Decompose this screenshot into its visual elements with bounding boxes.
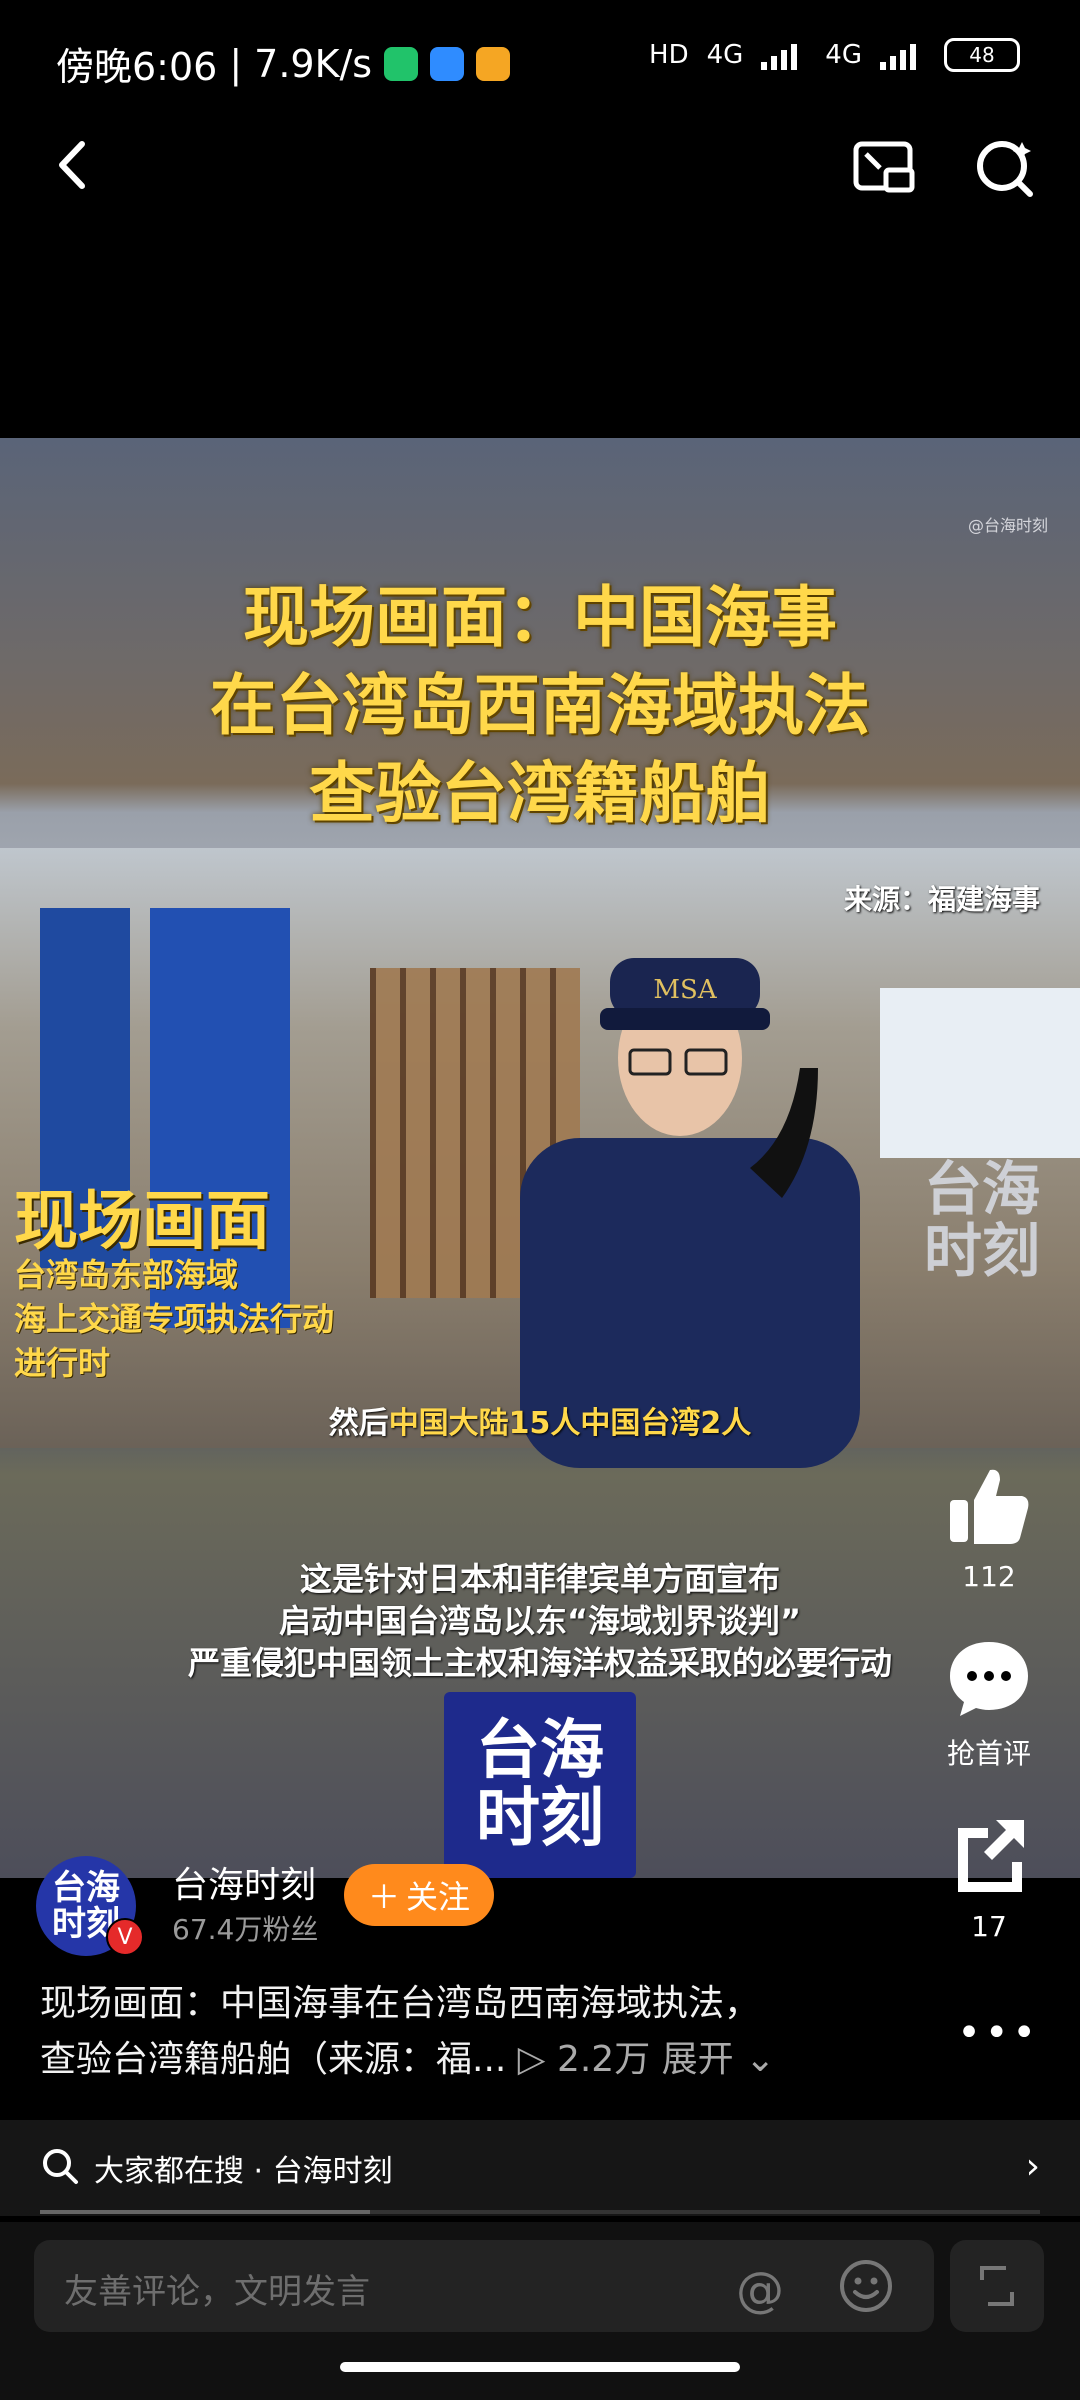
bottom-line-2: 启动中国台湾岛以东“海域划界谈判”	[278, 1602, 802, 1640]
caption-prefix: 然后	[328, 1406, 389, 1441]
thumbs-up-icon[interactable]	[944, 1460, 1034, 1550]
like-count: 112	[962, 1560, 1016, 1593]
video-caption: 然后中国大陆15人中国台湾2人	[0, 1398, 1080, 1442]
battery-level: 48	[969, 43, 995, 67]
emoji-icon[interactable]	[838, 2258, 894, 2314]
play-count: 2.2万	[556, 2039, 651, 2080]
status-left: 傍晚6:06 | 7.9K/s	[56, 36, 511, 91]
network-4g-indicator: 4G	[706, 40, 744, 70]
chevron-down-icon: ⌄	[745, 2039, 776, 2080]
live-subtitle: 台湾岛东部海域 海上交通专项执法行动 进行时	[14, 1253, 334, 1385]
desc-line-1: 现场画面：中国海事在台湾岛西南海域执法，	[40, 1983, 761, 2024]
author-fans: 67.4万粉丝	[172, 1913, 319, 1946]
desc-line-2-text: 查验台湾籍船舶（来源：福...	[40, 2039, 507, 2080]
window-right	[880, 988, 1080, 1158]
top-nav	[0, 120, 1080, 220]
chevron-right-icon: ›	[1025, 2146, 1040, 2187]
plus-icon: ＋	[367, 1878, 400, 1916]
officer-cap-text: MSA	[653, 975, 717, 1005]
comment-bar: 友善评论，文明发言 @	[0, 2222, 1080, 2400]
desc-line-2: 查验台湾籍船舶（来源：福... ▷ 2.2万 展开 ⌄	[40, 2032, 920, 2088]
video-progress-bar[interactable]	[40, 2210, 1040, 2214]
video-headline: 现场画面：中国海事 在台湾岛西南海域执法 查验台湾籍船舶	[0, 573, 1080, 837]
logo-line-2: 时刻	[476, 1782, 604, 1856]
video-description[interactable]: 现场画面：中国海事在台湾岛西南海域执法， 查验台湾籍船舶（来源：福... ▷ 2…	[40, 1976, 920, 2088]
comment-placeholder: 友善评论，文明发言	[64, 2272, 370, 2312]
video-corner-logo: 台海 时刻	[924, 1158, 1040, 1282]
search-icon[interactable]	[970, 132, 1040, 202]
picture-in-picture-icon[interactable]	[850, 132, 920, 202]
live-sub-line-3: 进行时	[14, 1344, 111, 1382]
live-sub-line-2: 海上交通专项执法行动	[14, 1300, 335, 1338]
bottom-line-1: 这是针对日本和菲律宾单方面宣布	[299, 1560, 780, 1598]
live-title: 现场画面	[14, 1185, 270, 1259]
avatar-line-1: 台海	[52, 1868, 120, 1908]
hd-indicator: HD	[649, 40, 689, 70]
status-time: 傍晚6:06	[56, 45, 218, 89]
headline-line-1: 现场画面：中国海事	[243, 578, 837, 656]
headline-line-2: 在台湾岛西南海域执法	[210, 666, 870, 744]
comment-bubble-icon[interactable]	[944, 1632, 1034, 1722]
message-app-icon	[430, 46, 465, 81]
expand-link[interactable]: 展开	[662, 2039, 734, 2080]
fullscreen-comment-button[interactable]	[950, 2240, 1044, 2332]
hot-search-bar[interactable]: 大家都在搜 · 台海时刻 ›	[0, 2120, 1080, 2216]
video-bottom-text: 这是针对日本和菲律宾单方面宣布 启动中国台湾岛以东“海域划界谈判” 严重侵犯中国…	[0, 1558, 1080, 1684]
like-action[interactable]: 112	[934, 1460, 1044, 1593]
network-4g-indicator-2: 4G	[825, 40, 862, 70]
comment-action[interactable]: 抢首评	[934, 1632, 1044, 1772]
hot-search-text: 大家都在搜 · 台海时刻	[94, 2154, 393, 2189]
video-progress-fill	[40, 2210, 370, 2214]
expand-icon	[980, 2266, 1014, 2306]
author-name[interactable]: 台海时刻	[172, 1856, 316, 1908]
home-indicator[interactable]	[340, 2362, 740, 2372]
corner-logo-line-2: 时刻	[923, 1217, 1040, 1285]
author-row: 台海 时刻 V 台海时刻 67.4万粉丝 ＋ 关注	[36, 1856, 1036, 1956]
live-sub-line-1: 台湾岛东部海域	[14, 1256, 239, 1294]
signal-icon	[761, 44, 798, 70]
battery-icon: 48	[944, 38, 1020, 72]
verified-badge: V	[106, 1918, 144, 1956]
caption-highlight: 中国大陆15人中国台湾2人	[388, 1406, 752, 1441]
status-bar: 傍晚6:06 | 7.9K/s HD 4G 4G 48	[0, 0, 1080, 120]
comment-label: 抢首评	[946, 1737, 1031, 1770]
corner-logo-line-1: 台海	[923, 1155, 1040, 1223]
status-speed: 7.9K/s	[254, 41, 373, 86]
video-watermark: @台海时刻	[967, 516, 1048, 535]
follow-label: 关注	[406, 1878, 471, 1916]
comment-input[interactable]: 友善评论，文明发言 @	[34, 2240, 934, 2332]
play-count-icon: ▷	[517, 2039, 546, 2080]
follow-button[interactable]: ＋ 关注	[344, 1864, 494, 1926]
status-separator: |	[229, 41, 243, 86]
officer-figure: MSA	[520, 958, 860, 1468]
status-right: HD 4G 4G 48	[649, 38, 1020, 72]
video-player[interactable]: @台海时刻 现场画面：中国海事 在台湾岛西南海域执法 查验台湾籍船舶 来源：福建…	[0, 438, 1080, 1878]
logo-line-1: 台海	[476, 1714, 604, 1788]
signal-icon-2	[880, 44, 916, 70]
back-arrow-icon[interactable]	[40, 130, 110, 200]
at-mention-icon[interactable]: @	[736, 2262, 784, 2318]
more-options-icon[interactable]: •••	[957, 2010, 1040, 2056]
search-icon	[43, 2149, 78, 2184]
headline-line-3: 查验台湾籍船舶	[309, 754, 771, 832]
weibo-app-icon	[476, 46, 511, 81]
shield-app-icon	[384, 46, 419, 81]
bottom-line-3: 严重侵犯中国领土主权和海洋权益采取的必要行动	[187, 1644, 892, 1682]
channel-logo: 台海 时刻	[444, 1692, 636, 1878]
